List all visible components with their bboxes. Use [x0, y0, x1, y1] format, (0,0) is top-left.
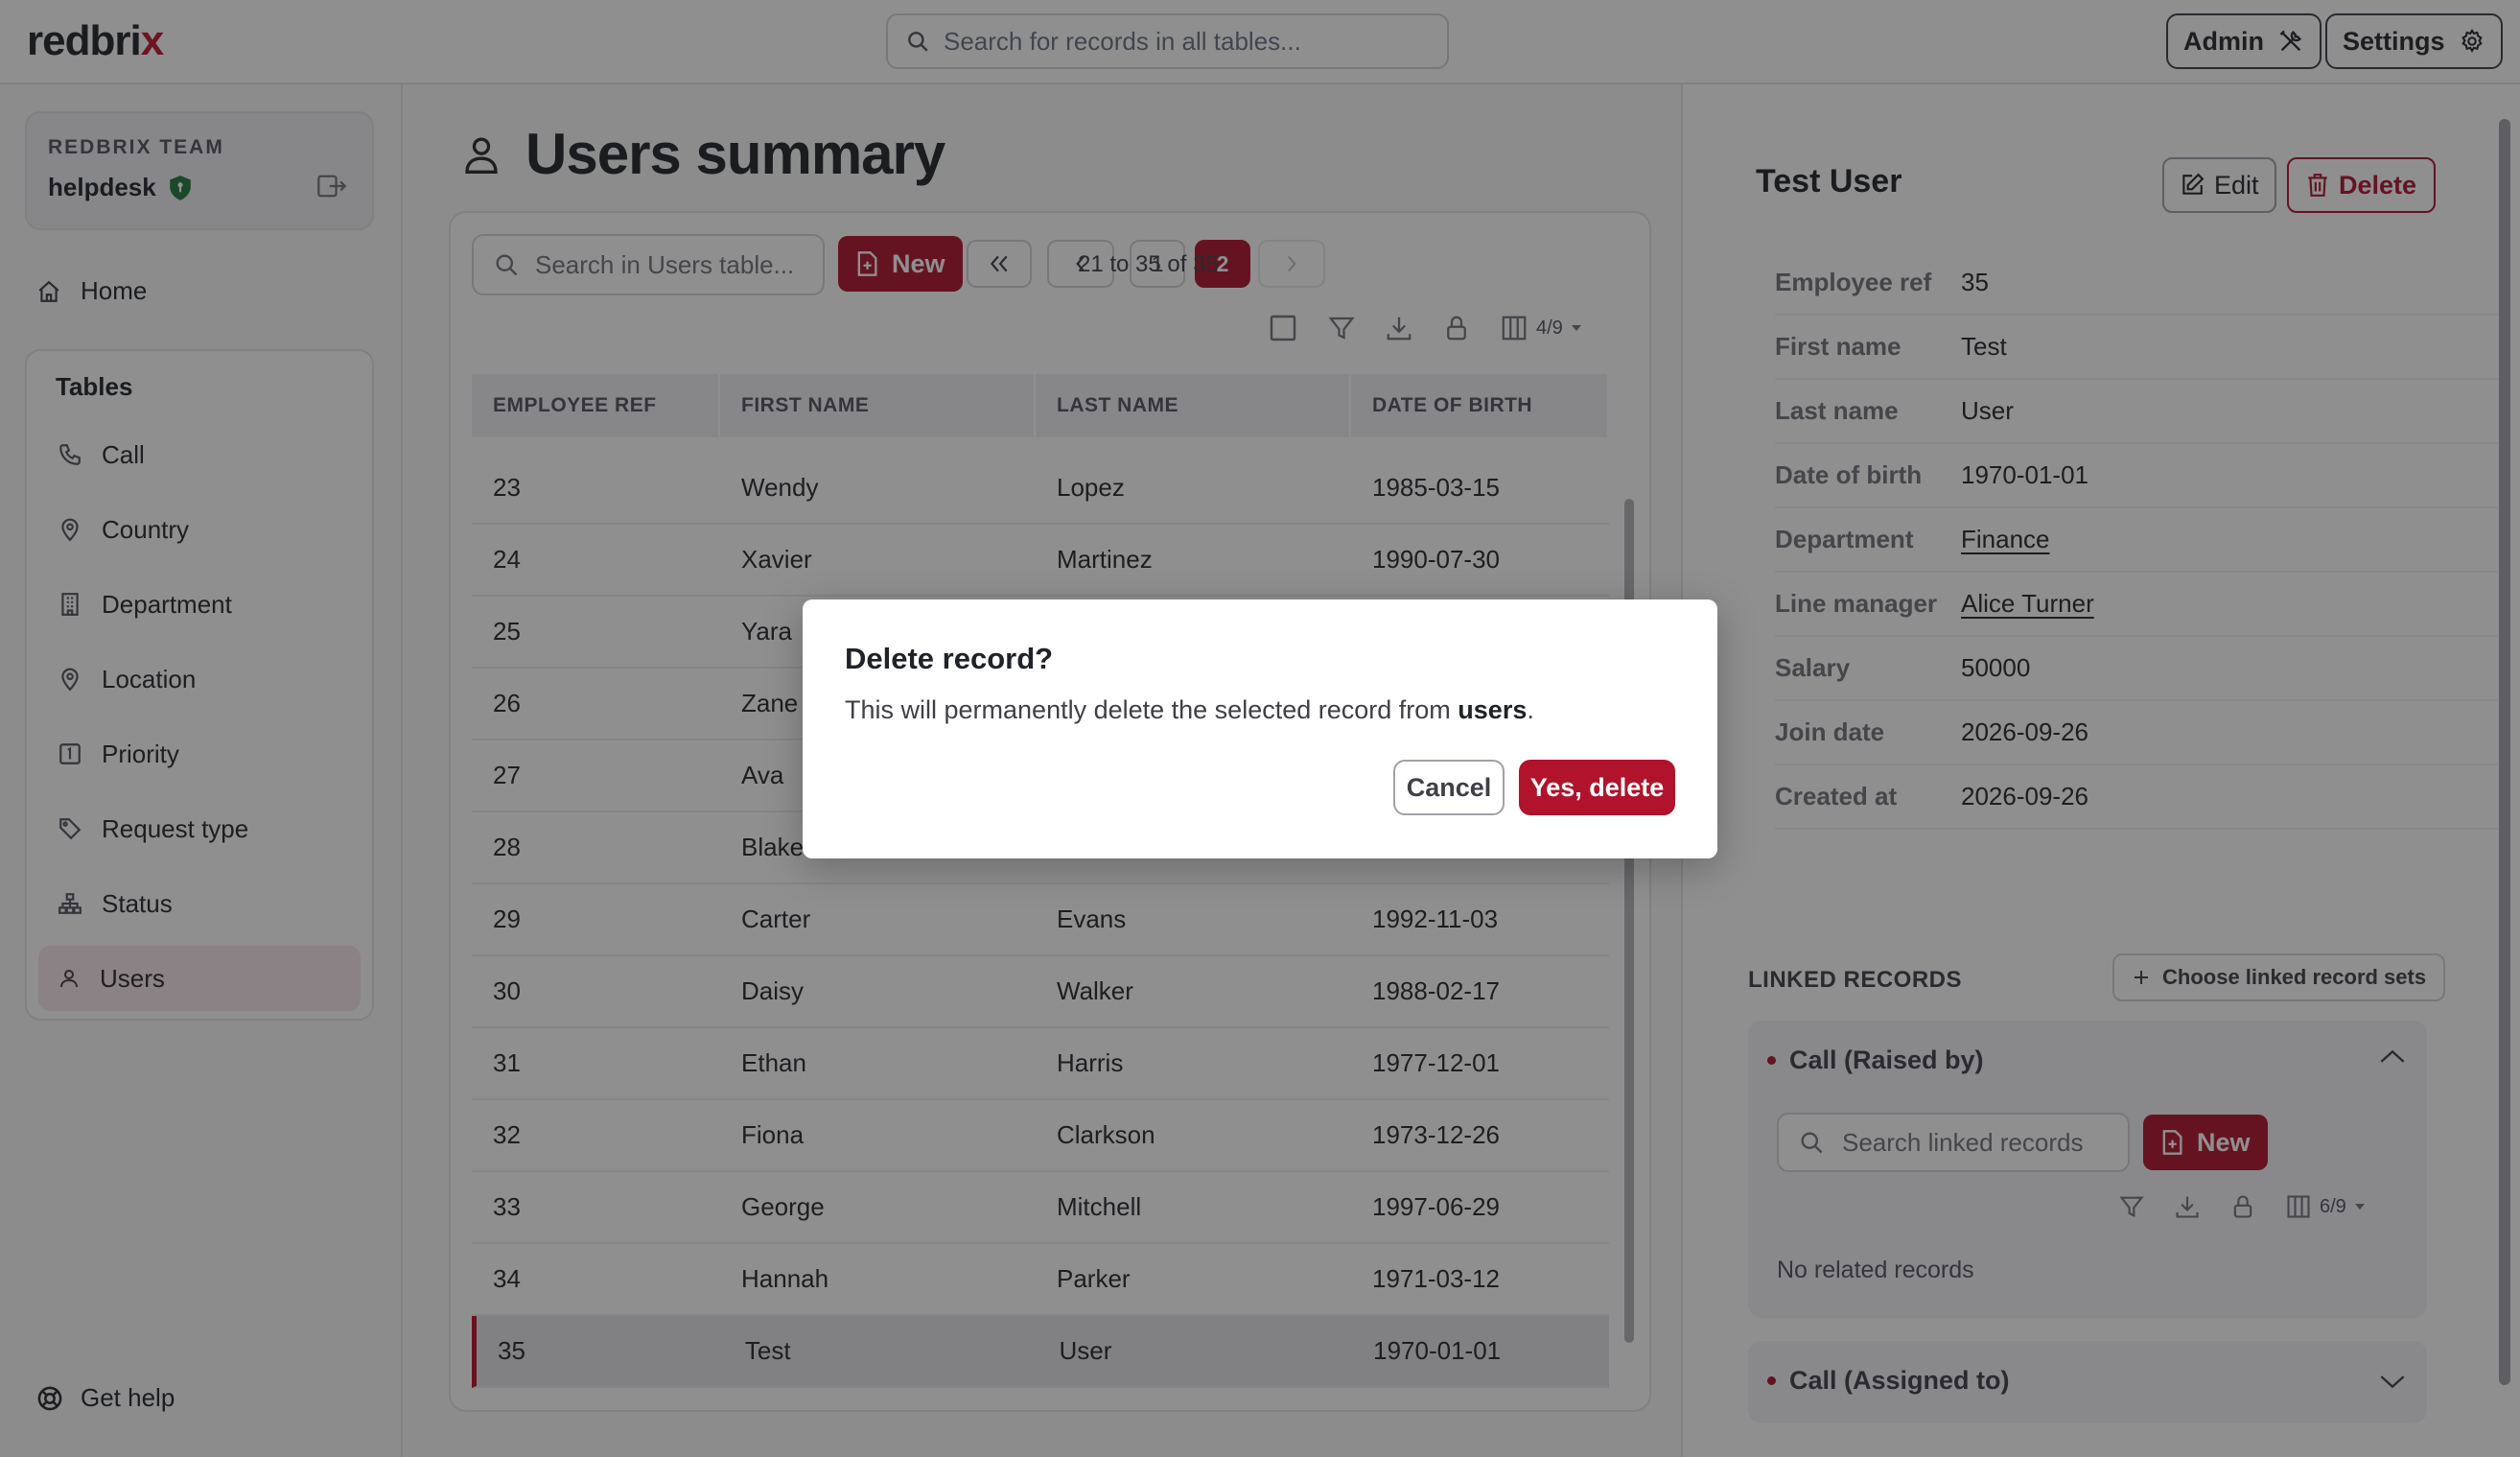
confirm-delete-button[interactable]: Yes, delete [1519, 760, 1675, 815]
dialog-title: Delete record? [845, 642, 1054, 675]
dialog-message-text: This will permanently delete the selecte… [845, 695, 1458, 724]
dialog-table-name: users [1458, 695, 1528, 724]
cancel-button[interactable]: Cancel [1393, 760, 1505, 815]
delete-confirm-dialog: Delete record? This will permanently del… [803, 599, 1717, 858]
dialog-message-end: . [1527, 695, 1534, 724]
dialog-message: This will permanently delete the selecte… [845, 695, 1534, 725]
